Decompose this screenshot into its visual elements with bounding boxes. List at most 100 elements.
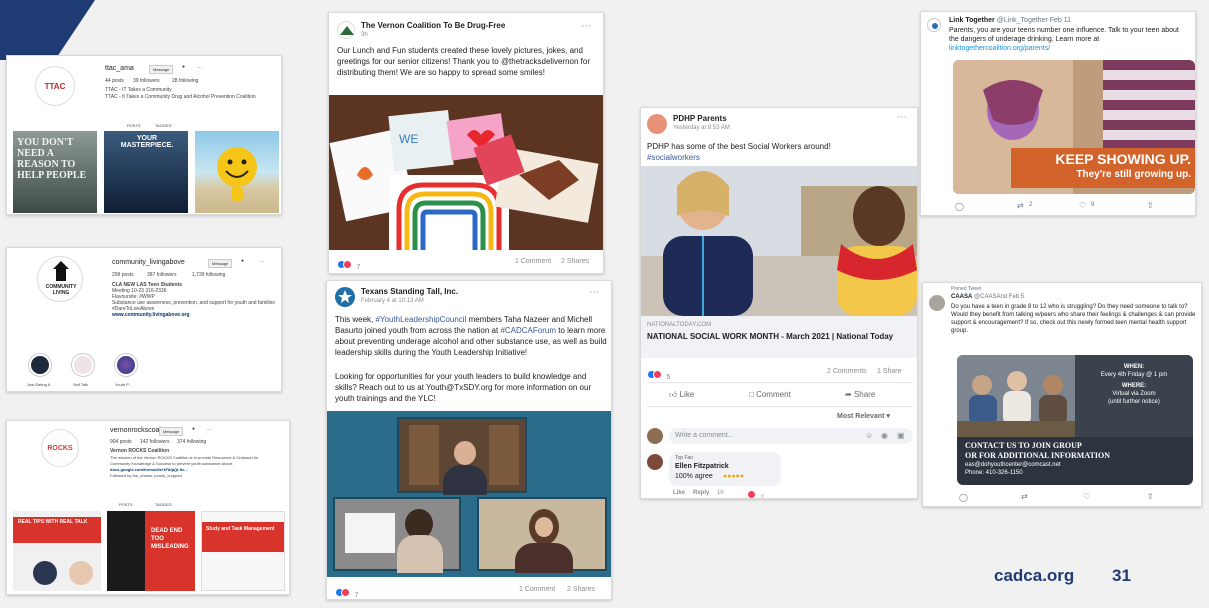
tweet-author-handle[interactable]: @Link_Together	[997, 17, 1048, 24]
hashtag-link[interactable]: #socialworkers	[647, 152, 700, 163]
tweet-author-name[interactable]: CAASA	[951, 294, 972, 300]
comments-count[interactable]: 1 Comment	[515, 258, 551, 265]
like-button[interactable]: 👍︎ Like	[669, 390, 694, 400]
tweet-text: Do you have a teen in grade 8 to 12 who …	[951, 304, 1196, 334]
reactions[interactable]: 7	[337, 256, 360, 273]
comment-button[interactable]: □ Comment	[749, 390, 791, 399]
page-name[interactable]: PDHP Parents	[673, 114, 727, 123]
page-avatar[interactable]	[647, 114, 667, 134]
more-icon[interactable]: …	[259, 258, 264, 265]
avatar[interactable]	[647, 454, 663, 470]
post-thumbnail[interactable]: REAL TIPS WITH REAL TALK	[13, 511, 101, 591]
shares-count[interactable]: 2 Shares	[561, 258, 589, 265]
profile-username[interactable]: vernonrockscoal	[110, 427, 161, 434]
hashtag-link[interactable]: #YouthLeadershipCouncil	[375, 315, 466, 324]
heart-icon[interactable]: ♡	[1083, 492, 1090, 501]
comment-input[interactable]: Write a comment... ☺ ◉ ▣	[669, 428, 913, 444]
page-name[interactable]: Texans Standing Tall, Inc.	[361, 287, 458, 296]
follow-icon[interactable]: ●	[182, 64, 185, 71]
tweet-author-name[interactable]: Link Together	[949, 17, 995, 24]
retweet-icon[interactable]: ⇄	[1021, 492, 1028, 501]
post-image[interactable]: WE	[329, 95, 603, 250]
tweet-image-flyer[interactable]: WHEN: Every 4th Friday @ 1 pm WHERE: Vir…	[957, 355, 1193, 485]
post-thumbnail[interactable]	[195, 131, 279, 213]
tab-posts[interactable]: POSTS	[119, 501, 133, 508]
page-name[interactable]: The Vernon Coalition To Be Drug-Free	[361, 21, 505, 30]
more-icon[interactable]: …	[207, 426, 212, 433]
tweet-image[interactable]: KEEP SHOWING UP. They're still growing u…	[953, 60, 1195, 194]
comment-reply-link[interactable]: Reply	[693, 490, 709, 496]
more-options-icon[interactable]: ⋯	[589, 287, 599, 298]
follow-icon[interactable]: ●	[192, 426, 195, 433]
profile-stat-posts: 299 posts	[112, 272, 134, 278]
reply-icon[interactable]: ◯	[955, 202, 964, 211]
text-segment: This week,	[335, 315, 376, 324]
share-icon[interactable]: ⇧	[1147, 201, 1154, 210]
profile-stat-followers[interactable]: 39 followers	[133, 78, 160, 85]
tweet-link[interactable]: linktogethercoalition.org/parents/	[949, 45, 1050, 52]
camera-icon[interactable]: ◉	[881, 431, 888, 440]
follow-icon[interactable]: ●	[241, 258, 244, 265]
comments-count[interactable]: 2 Comments	[827, 368, 867, 375]
avatar[interactable]	[647, 428, 663, 444]
comments-count[interactable]: 1 Comment	[519, 586, 555, 593]
profile-stat-followers[interactable]: 387 followers	[147, 272, 176, 279]
post-text: Our Lunch and Fun students created these…	[337, 46, 590, 77]
more-icon[interactable]: …	[197, 64, 202, 71]
post-image-video-call[interactable]	[327, 411, 611, 577]
more-options-icon[interactable]: ⋯	[581, 21, 591, 32]
share-icon[interactable]: ⇧	[1147, 492, 1154, 501]
highlight-circle[interactable]	[29, 354, 51, 376]
post-thumbnail[interactable]: Study and Task Management	[201, 511, 285, 591]
tweet-date[interactable]: Feb 11	[1050, 17, 1071, 24]
message-button[interactable]: Message	[159, 427, 184, 436]
instagram-profile-card-2: COMMUNITY LIVING community_livingabove M…	[6, 247, 282, 392]
link-preview-info[interactable]: NATIONALTODAY.COM NATIONAL SOCIAL WORK M…	[641, 316, 917, 358]
hashtag-link[interactable]: #CADCAForum	[500, 326, 556, 335]
page-avatar[interactable]	[337, 21, 355, 39]
reactions[interactable]: 7	[335, 584, 358, 599]
gif-icon[interactable]: ▣	[897, 431, 905, 440]
emoji-icon[interactable]: ☺	[865, 431, 873, 440]
avatar[interactable]	[927, 18, 941, 32]
comment-author[interactable]: Ellen Fitzpatrick	[675, 463, 729, 470]
link-preview-image[interactable]	[641, 166, 917, 316]
tab-tagged[interactable]: TAGGED	[155, 501, 172, 508]
post-thumbnail[interactable]: YOU DON'T NEED A REASON TO HELP PEOPLE	[13, 131, 97, 213]
profile-username[interactable]: community_livingabove	[112, 259, 185, 266]
profile-username[interactable]: ttac_ama	[105, 65, 134, 72]
shares-count[interactable]: 2 Shares	[567, 586, 595, 593]
post-thumbnail[interactable]: YOUR MASTERPIECE.	[104, 131, 188, 213]
tab-tagged[interactable]: TAGGED	[155, 122, 172, 129]
comment-like-link[interactable]: Like	[673, 490, 685, 496]
shares-count[interactable]: 1 Share	[877, 368, 902, 375]
message-button[interactable]: Message	[208, 259, 233, 268]
profile-bio-line: TTAC - IT Takes a Community	[105, 87, 172, 93]
profile-bio-link[interactable]: www.community.livingabove.org	[112, 312, 190, 319]
post-thumbnail[interactable]: DEAD END TOO MISLEADING	[107, 511, 195, 591]
post-time[interactable]: 3h	[361, 32, 368, 38]
sort-dropdown[interactable]: Most Relevant ▾	[837, 412, 890, 420]
reply-icon[interactable]: ◯	[959, 493, 968, 502]
comment-time[interactable]: 1h	[717, 490, 724, 496]
tweet-author-handle[interactable]: @CAASAnd	[974, 294, 1007, 300]
post-time[interactable]: Yesterday at 8:53 AM	[673, 125, 730, 131]
heart-icon[interactable]: ♡	[1079, 201, 1086, 210]
tab-posts[interactable]: POSTS	[127, 122, 141, 129]
message-button[interactable]: Message	[149, 65, 174, 74]
post-time[interactable]: February 4 at 10:13 AM	[361, 298, 424, 304]
comment-reactions[interactable]: 2	[747, 486, 764, 498]
more-options-icon[interactable]: ⋯	[897, 112, 907, 123]
retweet-icon[interactable]: ⇄	[1017, 201, 1024, 210]
flyer-photo	[957, 355, 1075, 437]
profile-stat-following[interactable]: 28 following	[172, 78, 198, 85]
profile-stat-followers[interactable]: 142 followers	[140, 439, 169, 446]
share-button[interactable]: ➦ Share	[845, 390, 875, 399]
tweet-date[interactable]: Feb 5	[1009, 294, 1024, 300]
profile-stat-following[interactable]: 374 following	[177, 439, 206, 446]
page-avatar[interactable]	[335, 287, 355, 307]
avatar[interactable]	[929, 295, 945, 311]
highlight-circle[interactable]	[115, 354, 137, 376]
highlight-circle[interactable]	[72, 354, 94, 376]
profile-stat-following[interactable]: 1,739 following	[192, 272, 225, 279]
